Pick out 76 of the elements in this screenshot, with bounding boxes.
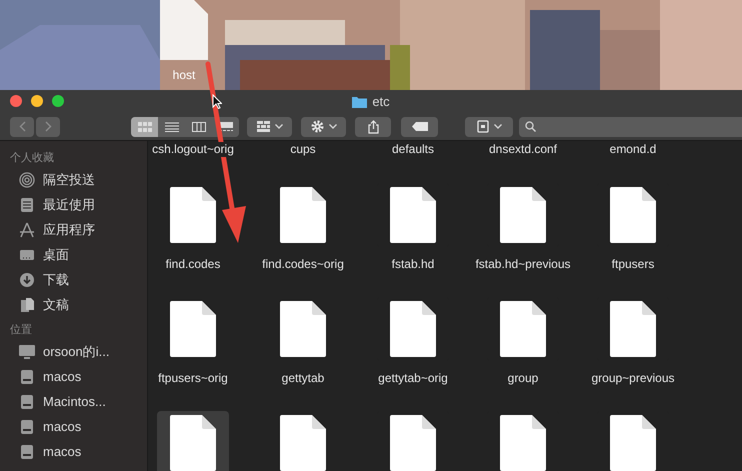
box-icon [476, 120, 488, 133]
file-item[interactable] [157, 411, 229, 471]
sidebar-heading: 位置 [10, 323, 33, 337]
tag-button[interactable] [401, 116, 438, 136]
document-icon [610, 415, 656, 471]
gear-icon [310, 120, 324, 133]
airdrop-icon [19, 172, 35, 188]
file-name: gettytab [282, 371, 324, 385]
grid-icon [138, 122, 152, 132]
document-icon [390, 187, 436, 243]
sidebar-item[interactable]: Macintos... [10, 389, 147, 414]
sidebar-item[interactable]: orsoon的i... [10, 339, 147, 364]
zoom-button[interactable] [52, 95, 64, 107]
sidebar-item[interactable]: macos [10, 414, 147, 439]
sidebar-item[interactable]: 最近使用 [10, 192, 147, 217]
file-name: fstab.hd [392, 257, 434, 271]
document-icon [500, 187, 546, 243]
document-icon [170, 415, 216, 471]
apps-icon [19, 222, 35, 238]
back-button[interactable] [10, 116, 34, 136]
file-name: group~previous [591, 371, 675, 385]
document-icon [500, 415, 546, 471]
sidebar-item[interactable]: 应用程序 [10, 217, 147, 242]
file-name: group [508, 371, 538, 385]
document-icon [390, 301, 436, 357]
sidebar-item[interactable]: macos [10, 439, 147, 464]
caret-icon [494, 124, 502, 129]
file-name: ftpusers [612, 257, 654, 271]
folder-icon [352, 96, 368, 108]
sidebar-item[interactable]: 隔空投送 [10, 167, 147, 192]
gallery-icon [218, 122, 232, 132]
caret-icon [274, 124, 282, 129]
search-icon [525, 121, 536, 132]
search-field[interactable] [519, 116, 742, 136]
file-name: fstab.hd~previous [475, 257, 571, 271]
share-icon [368, 120, 378, 134]
chevron-left-icon [18, 121, 26, 132]
file-name: host [172, 68, 196, 82]
pointer-icon [212, 94, 222, 109]
list-icon [164, 122, 178, 132]
file-name: find.codes [166, 257, 220, 271]
view-mode-tab[interactable] [131, 116, 158, 136]
sidebar-item[interactable]: macos [10, 364, 147, 389]
window-title: etc [372, 92, 390, 111]
sidebar-item[interactable]: 下载 [10, 267, 147, 292]
documents-icon [19, 296, 35, 312]
file-name: ftpusers~orig [158, 371, 228, 385]
document-icon [170, 301, 216, 357]
sidebar-item[interactable]: 桌面 [10, 242, 147, 267]
chevron-right-icon [44, 121, 52, 132]
document-icon [280, 187, 326, 243]
tag-icon [412, 122, 428, 131]
sidebar-item[interactable]: 文稿 [10, 292, 147, 317]
document-icon [280, 301, 326, 357]
document-icon [500, 301, 546, 357]
columns-icon [192, 122, 206, 132]
minimize-button[interactable] [31, 95, 43, 107]
monitor-icon [18, 344, 36, 360]
document-icon [280, 415, 326, 471]
download-icon [19, 272, 35, 288]
document-icon [390, 415, 436, 471]
recents-icon [19, 196, 35, 212]
sidebar-heading: 个人收藏 [10, 151, 55, 165]
document-icon [610, 301, 656, 357]
grid-icon [256, 121, 270, 132]
file-name: gettytab~orig [378, 371, 448, 385]
caret-icon [328, 124, 336, 129]
share-button[interactable] [355, 116, 391, 136]
file-name: csh.logout~orig [152, 142, 234, 157]
group-by-button[interactable] [247, 116, 292, 136]
forward-button[interactable] [36, 116, 60, 136]
file-name: find.codes~orig [262, 257, 344, 271]
action-button[interactable] [301, 116, 346, 136]
document-icon [610, 187, 656, 243]
close-button[interactable] [10, 95, 22, 107]
document-icon [170, 187, 216, 243]
